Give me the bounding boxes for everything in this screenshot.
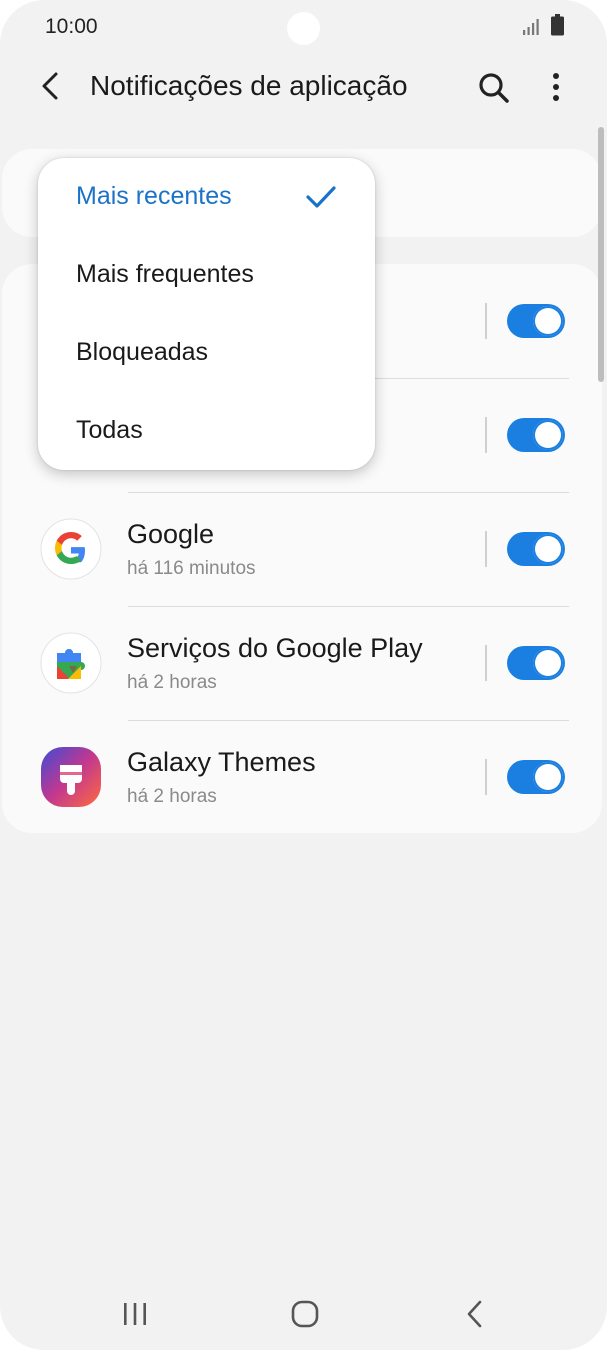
galaxy-themes-icon xyxy=(41,747,101,807)
app-row-galaxy-themes[interactable]: Galaxy Themes há 2 horas xyxy=(2,720,602,834)
app-name: Google xyxy=(127,519,215,549)
search-icon[interactable] xyxy=(476,70,512,106)
battery-icon xyxy=(551,14,564,36)
dropdown-option-blocked[interactable]: Bloqueadas xyxy=(76,338,208,367)
front-camera xyxy=(287,12,320,45)
signal-icon xyxy=(523,19,539,35)
row-separator xyxy=(485,645,487,681)
dropdown-option-most-recent[interactable]: Mais recentes xyxy=(76,182,232,211)
notification-toggle[interactable] xyxy=(507,760,565,794)
dropdown-option-most-frequent[interactable]: Mais frequentes xyxy=(76,260,254,289)
notification-toggle[interactable] xyxy=(507,418,565,452)
row-separator xyxy=(485,417,487,453)
page-title: Notificações de aplicação xyxy=(90,70,408,101)
list-divider xyxy=(128,492,569,493)
scrollbar[interactable] xyxy=(598,127,604,382)
back-icon[interactable] xyxy=(465,1299,485,1329)
notification-toggle[interactable] xyxy=(507,304,565,338)
list-divider xyxy=(128,720,569,721)
app-name: Galaxy Themes xyxy=(127,747,316,777)
back-button[interactable] xyxy=(34,68,70,104)
status-time: 10:00 xyxy=(45,15,98,38)
home-icon[interactable] xyxy=(290,1299,320,1329)
app-row-google-play-services[interactable]: Serviços do Google Play há 2 horas xyxy=(2,606,602,720)
row-separator xyxy=(485,303,487,339)
app-name: Serviços do Google Play xyxy=(127,633,423,663)
app-row-google[interactable]: Google há 116 minutos xyxy=(2,492,602,606)
phone-screen: 10:00 Notificações de aplicação Google h… xyxy=(0,0,607,1350)
list-divider xyxy=(128,606,569,607)
notification-toggle[interactable] xyxy=(507,532,565,566)
google-icon xyxy=(40,518,102,580)
sort-dropdown-menu: Mais recentes Mais frequentes Bloqueadas… xyxy=(38,158,375,470)
row-separator xyxy=(485,531,487,567)
dropdown-option-all[interactable]: Todas xyxy=(76,416,143,445)
app-last-notification: há 2 horas xyxy=(127,672,217,693)
recent-apps-icon[interactable] xyxy=(120,1300,150,1328)
more-options-icon[interactable] xyxy=(540,70,572,106)
notification-toggle[interactable] xyxy=(507,646,565,680)
google-play-services-icon xyxy=(40,632,102,694)
app-last-notification: há 116 minutos xyxy=(127,558,256,579)
row-separator xyxy=(485,759,487,795)
check-icon xyxy=(306,186,336,208)
app-last-notification: há 2 horas xyxy=(127,786,217,807)
